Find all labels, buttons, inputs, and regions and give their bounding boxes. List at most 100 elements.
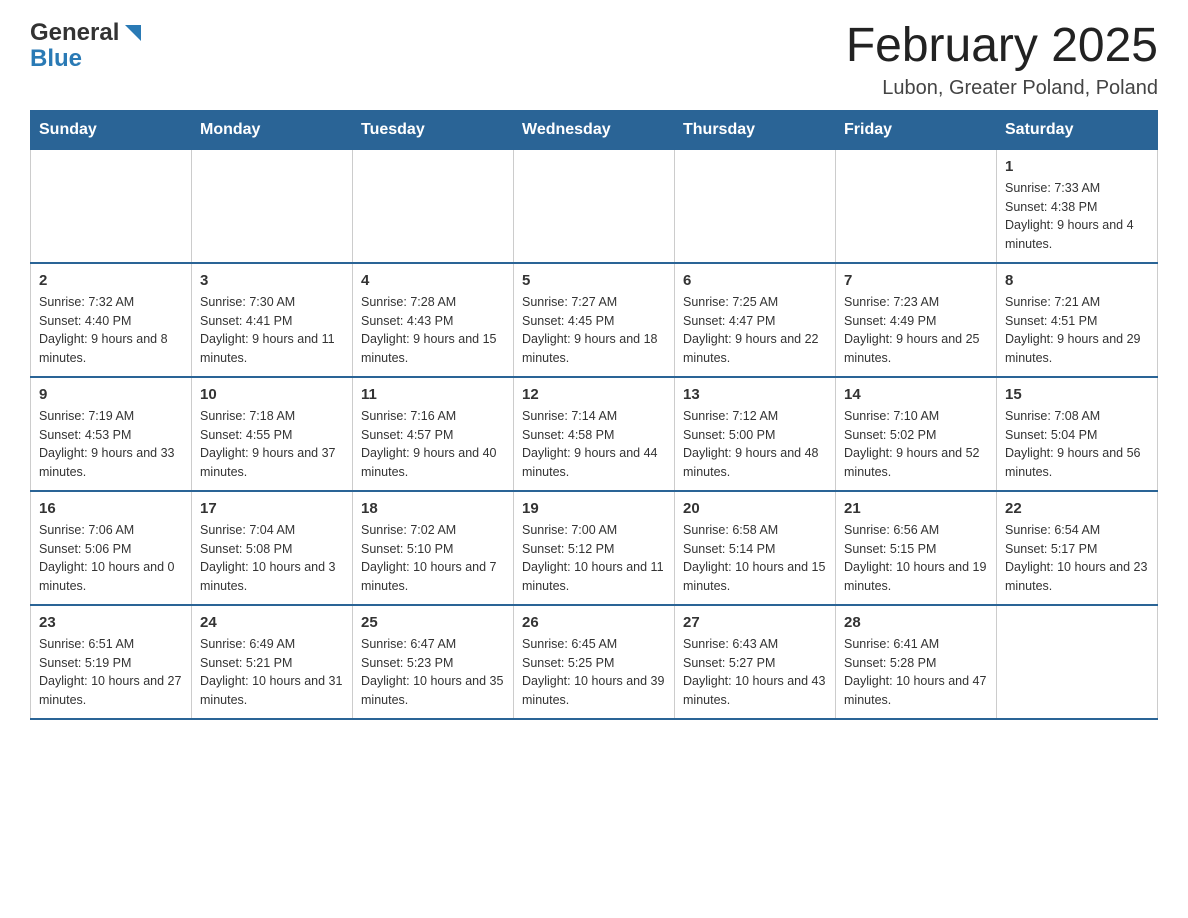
day-number: 17: [200, 500, 344, 517]
day-info: Sunrise: 7:08 AMSunset: 5:04 PMDaylight:…: [1005, 407, 1149, 482]
logo: General Blue: [30, 20, 145, 73]
calendar-table: SundayMondayTuesdayWednesdayThursdayFrid…: [30, 110, 1158, 720]
logo-triangle-icon: [121, 21, 145, 45]
calendar-cell: 16Sunrise: 7:06 AMSunset: 5:06 PMDayligh…: [31, 491, 192, 605]
day-info: Sunrise: 6:56 AMSunset: 5:15 PMDaylight:…: [844, 521, 988, 596]
calendar-cell: 13 Sunrise: 7:12 AMSunset: 5:00 PMDayligh…: [675, 377, 836, 491]
week-row-2: 2 Sunrise: 7:32 AMSunset: 4:40 PMDaylight…: [31, 263, 1158, 377]
day-number: 28: [844, 614, 988, 631]
calendar-cell: 3 Sunrise: 7:30 AMSunset: 4:41 PMDaylight…: [192, 263, 353, 377]
day-info: Sunrise: 7:23 AMSunset: 4:49 PMDaylight:…: [844, 293, 988, 368]
calendar-cell: 18 Sunrise: 7:02 AMSunset: 5:10 PMDayligh…: [353, 491, 514, 605]
calendar-cell: 4 Sunrise: 7:28 AMSunset: 4:43 PMDaylight…: [353, 263, 514, 377]
weekday-header-sunday: Sunday: [31, 110, 192, 149]
day-number: 19: [522, 500, 666, 517]
day-info: Sunrise: 7:28 AMSunset: 4:43 PMDaylight:…: [361, 293, 505, 368]
day-info: Sunrise: 7:21 AMSunset: 4:51 PMDaylight:…: [1005, 293, 1149, 368]
day-info: Sunrise: 7:18 AMSunset: 4:55 PMDaylight:…: [200, 407, 344, 482]
week-row-3: 9 Sunrise: 7:19 AMSunset: 4:53 PMDaylight…: [31, 377, 1158, 491]
day-info: Sunrise: 7:16 AMSunset: 4:57 PMDaylight:…: [361, 407, 505, 482]
calendar-cell: [514, 149, 675, 263]
calendar-cell: 20 Sunrise: 6:58 AMSunset: 5:14 PMDayligh…: [675, 491, 836, 605]
day-info: Sunrise: 6:54 AMSunset: 5:17 PMDaylight:…: [1005, 521, 1149, 596]
day-number: 13: [683, 386, 827, 403]
day-number: 22: [1005, 500, 1149, 517]
day-number: 21: [844, 500, 988, 517]
day-number: 5: [522, 272, 666, 289]
calendar-cell: 9 Sunrise: 7:19 AMSunset: 4:53 PMDaylight…: [31, 377, 192, 491]
day-info: Sunrise: 7:19 AMSunset: 4:53 PMDaylight:…: [39, 407, 183, 482]
day-number: 1: [1005, 158, 1149, 175]
day-info: Sunrise: 6:58 AMSunset: 5:14 PMDaylight:…: [683, 521, 827, 596]
day-info: Sunrise: 6:49 AMSunset: 5:21 PMDaylight:…: [200, 635, 344, 710]
day-number: 7: [844, 272, 988, 289]
day-info: Sunrise: 6:51 AMSunset: 5:19 PMDaylight:…: [39, 635, 183, 710]
day-number: 24: [200, 614, 344, 631]
calendar-cell: 25 Sunrise: 6:47 AMSunset: 5:23 PMDayligh…: [353, 605, 514, 719]
day-number: 6: [683, 272, 827, 289]
day-info: Sunrise: 7:33 AMSunset: 4:38 PMDaylight:…: [1005, 179, 1149, 254]
subtitle: Lubon, Greater Poland, Poland: [846, 77, 1158, 100]
calendar-cell: 5Sunrise: 7:27 AMSunset: 4:45 PMDaylight…: [514, 263, 675, 377]
day-number: 26: [522, 614, 666, 631]
day-info: Sunrise: 7:12 AMSunset: 5:00 PMDaylight:…: [683, 407, 827, 482]
day-number: 23: [39, 614, 183, 631]
weekday-header-tuesday: Tuesday: [353, 110, 514, 149]
calendar-cell: 8Sunrise: 7:21 AMSunset: 4:51 PMDaylight…: [997, 263, 1158, 377]
day-number: 2: [39, 272, 183, 289]
calendar-cell: 21 Sunrise: 6:56 AMSunset: 5:15 PMDayligh…: [836, 491, 997, 605]
calendar-cell: [192, 149, 353, 263]
day-info: Sunrise: 7:00 AMSunset: 5:12 PMDaylight:…: [522, 521, 666, 596]
logo-wordmark: General Blue: [30, 20, 145, 73]
day-info: Sunrise: 7:25 AMSunset: 4:47 PMDaylight:…: [683, 293, 827, 368]
calendar-cell: 23 Sunrise: 6:51 AMSunset: 5:19 PMDayligh…: [31, 605, 192, 719]
day-number: 3: [200, 272, 344, 289]
day-info: Sunrise: 6:45 AMSunset: 5:25 PMDaylight:…: [522, 635, 666, 710]
day-number: 14: [844, 386, 988, 403]
logo-blue: Blue: [30, 46, 145, 72]
weekday-header-monday: Monday: [192, 110, 353, 149]
day-info: Sunrise: 7:14 AMSunset: 4:58 PMDaylight:…: [522, 407, 666, 482]
day-number: 27: [683, 614, 827, 631]
calendar-cell: 14 Sunrise: 7:10 AMSunset: 5:02 PMDayligh…: [836, 377, 997, 491]
calendar-cell: 2 Sunrise: 7:32 AMSunset: 4:40 PMDaylight…: [31, 263, 192, 377]
page-title: February 2025: [846, 20, 1158, 73]
day-number: 16: [39, 500, 183, 517]
weekday-header-friday: Friday: [836, 110, 997, 149]
calendar-cell: [31, 149, 192, 263]
day-number: 20: [683, 500, 827, 517]
title-block: February 2025 Lubon, Greater Poland, Pol…: [846, 20, 1158, 100]
day-info: Sunrise: 6:47 AMSunset: 5:23 PMDaylight:…: [361, 635, 505, 710]
day-info: Sunrise: 7:10 AMSunset: 5:02 PMDaylight:…: [844, 407, 988, 482]
weekday-header-thursday: Thursday: [675, 110, 836, 149]
logo-general: General: [30, 20, 119, 46]
calendar-cell: 12 Sunrise: 7:14 AMSunset: 4:58 PMDayligh…: [514, 377, 675, 491]
calendar-cell: 27Sunrise: 6:43 AMSunset: 5:27 PMDayligh…: [675, 605, 836, 719]
day-number: 15: [1005, 386, 1149, 403]
day-info: Sunrise: 7:32 AMSunset: 4:40 PMDaylight:…: [39, 293, 183, 368]
day-info: Sunrise: 7:02 AMSunset: 5:10 PMDaylight:…: [361, 521, 505, 596]
calendar-cell: 22 Sunrise: 6:54 AMSunset: 5:17 PMDayligh…: [997, 491, 1158, 605]
day-number: 9: [39, 386, 183, 403]
calendar-cell: [997, 605, 1158, 719]
day-number: 18: [361, 500, 505, 517]
week-row-5: 23 Sunrise: 6:51 AMSunset: 5:19 PMDayligh…: [31, 605, 1158, 719]
day-number: 12: [522, 386, 666, 403]
day-info: Sunrise: 7:04 AMSunset: 5:08 PMDaylight:…: [200, 521, 344, 596]
day-number: 11: [361, 386, 505, 403]
weekday-header-row: SundayMondayTuesdayWednesdayThursdayFrid…: [31, 110, 1158, 149]
calendar-cell: 19 Sunrise: 7:00 AMSunset: 5:12 PMDayligh…: [514, 491, 675, 605]
calendar-cell: [353, 149, 514, 263]
day-info: Sunrise: 7:30 AMSunset: 4:41 PMDaylight:…: [200, 293, 344, 368]
page-header: General Blue February 2025 Lubon, Greate…: [30, 20, 1158, 100]
calendar-cell: 28Sunrise: 6:41 AMSunset: 5:28 PMDayligh…: [836, 605, 997, 719]
day-number: 4: [361, 272, 505, 289]
week-row-4: 16Sunrise: 7:06 AMSunset: 5:06 PMDayligh…: [31, 491, 1158, 605]
day-number: 10: [200, 386, 344, 403]
day-number: 25: [361, 614, 505, 631]
weekday-header-saturday: Saturday: [997, 110, 1158, 149]
calendar-cell: [675, 149, 836, 263]
calendar-cell: 11 Sunrise: 7:16 AMSunset: 4:57 PMDayligh…: [353, 377, 514, 491]
calendar-cell: [836, 149, 997, 263]
calendar-cell: 24 Sunrise: 6:49 AMSunset: 5:21 PMDayligh…: [192, 605, 353, 719]
